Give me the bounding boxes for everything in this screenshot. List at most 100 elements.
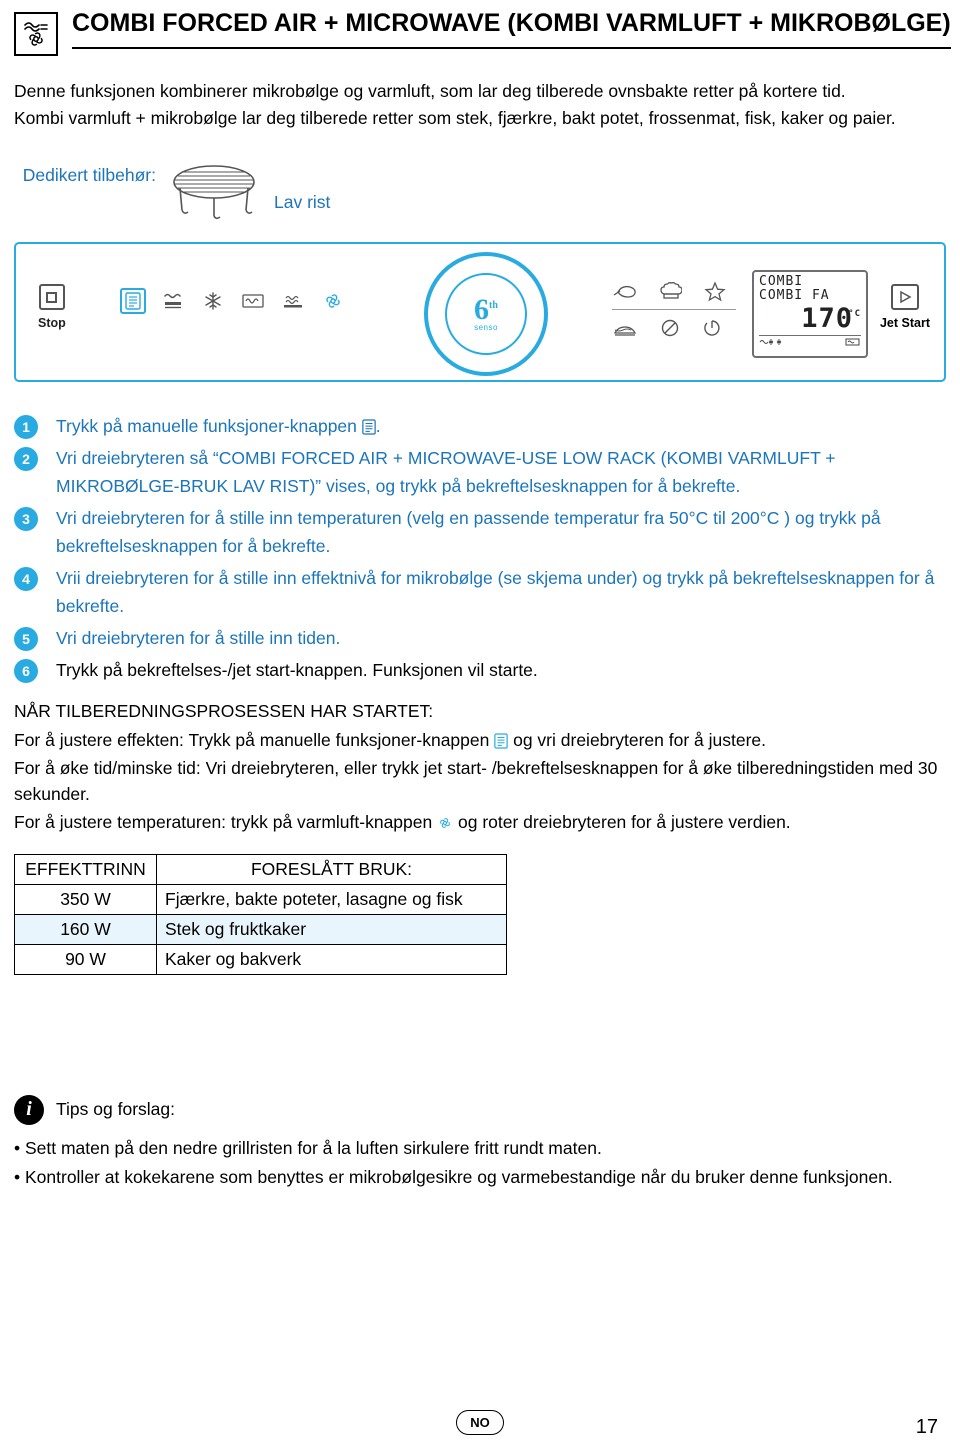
- dial-number: 6th: [474, 293, 498, 326]
- intro-line-1: Denne funksjonen kombinerer mikrobølge o…: [14, 81, 846, 101]
- jet-start-label: Jet Start: [879, 316, 930, 331]
- tips-header: i Tips og forslag:: [14, 1094, 946, 1125]
- table-cell-power: 350 W: [14, 883, 157, 915]
- display-line-2: COMBI FA: [759, 287, 830, 303]
- step-bullet: 5: [14, 627, 38, 652]
- display-screen: COMBI COMBI FA 170 °C: [752, 270, 868, 359]
- step-2-text: Vri dreiebryteren så “COMBI FORCED AIR +…: [56, 448, 836, 497]
- forced-air-inline-icon: [437, 812, 453, 832]
- menu-icon[interactable]: [120, 288, 146, 315]
- tips-title: Tips og forslag:: [56, 1099, 175, 1119]
- display-temperature: 170 °C: [801, 302, 861, 334]
- display-unit: °C: [848, 308, 861, 319]
- language-badge: NO: [456, 1410, 504, 1435]
- power-levels-table: EFFEKTTRINN FORESLÅTT BRUK: 350 W Fjærkr…: [14, 853, 507, 975]
- fan-icon[interactable]: [320, 288, 346, 314]
- manual-functions-inline-icon: [362, 416, 376, 436]
- step-5: 5 Vri dreiebryteren for å stille inn tid…: [14, 624, 946, 652]
- clock-icon[interactable]: [702, 318, 722, 338]
- step-6: 6 Trykk på bekreftelses-/jet start-knapp…: [14, 656, 946, 684]
- info-icon: i: [14, 1094, 44, 1125]
- display-line-1: COMBI: [759, 274, 804, 290]
- step-text: Trykk på manuelle funksjoner-knappen .: [56, 412, 946, 440]
- table-cell-power: 90 W: [14, 943, 157, 975]
- dial-brand-logo: 6th senso: [445, 273, 527, 356]
- accessory-label: Dedikert tilbehør:: [22, 165, 156, 186]
- after-line-1-b: og vri dreiebryteren for å justere.: [513, 729, 767, 750]
- jet-start-button[interactable]: Jet Start: [880, 284, 930, 330]
- table-header-use: FORESLÅTT BRUK:: [156, 853, 507, 885]
- intro-line-2: Kombi varmluft + mikrobølge lar deg tilb…: [14, 108, 896, 129]
- table-header-row: EFFEKTTRINN FORESLÅTT BRUK:: [14, 853, 507, 885]
- display-status-left: [759, 337, 793, 347]
- step-3-text: Vri dreiebryteren for å stille inn tempe…: [56, 508, 881, 557]
- step-1: 1 Trykk på manuelle funksjoner-knappen .: [14, 412, 946, 440]
- no-entry-icon[interactable]: [660, 318, 680, 338]
- page-footer: NO: [0, 1410, 960, 1435]
- step-3: 3 Vri dreiebryteren for å stille inn tem…: [14, 504, 946, 560]
- manual-functions-inline-icon-2: [494, 730, 508, 750]
- chef-hat-icon[interactable]: [660, 281, 682, 301]
- microwave-icon[interactable]: [240, 288, 266, 314]
- step-bullet: 2: [14, 447, 38, 472]
- display-status-bar: [759, 334, 861, 347]
- stop-icon: [38, 284, 65, 311]
- tips-item: • Sett maten på den nedre grillristen fo…: [14, 1137, 602, 1158]
- page-header: COMBI FORCED AIR + MICROWAVE (KOMBI VARM…: [14, 0, 951, 56]
- step-bullet: 3: [14, 507, 38, 532]
- step-2: 2 Vri dreiebryteren så “COMBI FORCED AIR…: [14, 444, 946, 500]
- table-cell-use: Stek og fruktkaker: [156, 913, 507, 945]
- display-status-right: [845, 337, 861, 347]
- dial-subtext: senso: [474, 322, 498, 332]
- low-rack-icon: [164, 162, 264, 220]
- step-bullet: 4: [14, 567, 38, 592]
- table-row: 350 W Fjærkre, bakte poteter, lasagne og…: [14, 883, 507, 915]
- steam-icon[interactable]: [280, 288, 306, 314]
- defrost-icon[interactable]: [200, 288, 226, 314]
- step-4-text: Vrii dreiebryteren for å stille inn effe…: [56, 568, 935, 617]
- step-bullet: 1: [14, 415, 38, 440]
- title-rule: [72, 46, 951, 49]
- step-bullet: 6: [14, 659, 38, 684]
- play-icon: [890, 284, 919, 311]
- accessory-name: Lav rist: [274, 192, 331, 213]
- stop-button[interactable]: Stop: [38, 284, 66, 330]
- dial-superscript: th: [489, 300, 498, 311]
- table-cell-use: Kaker og bakverk: [156, 943, 507, 975]
- after-start-section: NÅR TILBEREDNINGSPROSESSEN HAR STARTET: …: [14, 698, 946, 835]
- tips-item: • Kontroller at kokekarene som benyttes …: [14, 1166, 893, 1187]
- fan-heat-icon: [14, 12, 58, 56]
- rotary-dial[interactable]: 6th senso: [424, 252, 548, 377]
- after-line-1-a: For å justere effekten: Trykk på manuell…: [14, 729, 490, 750]
- step-6-text: Trykk på bekreftelses-/jet start-knappen…: [56, 660, 538, 681]
- table-row: 160 W Stek og fruktkaker: [14, 913, 507, 945]
- after-line-1: For å justere effekten: Trykk på manuell…: [14, 727, 946, 753]
- cake-icon[interactable]: [612, 319, 638, 337]
- panel-icon-row-left: [120, 288, 346, 315]
- step-5-text: Vri dreiebryteren for å stille inn tiden…: [56, 628, 341, 649]
- star-icon[interactable]: [704, 281, 726, 302]
- accessory-row: Dedikert tilbehør: Lav rist: [14, 162, 946, 220]
- panel-icon-group-right: [612, 276, 740, 343]
- table-row: 90 W Kaker og bakverk: [14, 943, 507, 975]
- grill-icon[interactable]: [160, 288, 186, 314]
- step-4: 4 Vrii dreiebryteren for å stille inn ef…: [14, 564, 946, 620]
- page-number: 17: [915, 1416, 938, 1438]
- after-line-3-a: For å justere temperaturen: trykk på var…: [14, 812, 433, 833]
- step-1-text: Trykk på manuelle funksjoner-knappen: [56, 416, 362, 437]
- step-1-suffix: .: [375, 416, 381, 437]
- tips-section: i Tips og forslag: • Sett maten på den n…: [14, 1094, 946, 1191]
- stop-label: Stop: [38, 316, 66, 331]
- after-line-3-b: og roter dreiebryteren for å justere ver…: [458, 812, 791, 833]
- document-page: COMBI FORCED AIR + MICROWAVE (KOMBI VARM…: [0, 0, 960, 1447]
- panel-divider: [612, 309, 736, 311]
- table-cell-use: Fjærkre, bakte poteter, lasagne og fisk: [156, 883, 507, 915]
- table-header-power: EFFEKTTRINN: [14, 853, 157, 885]
- steps-list: 1 Trykk på manuelle funksjoner-knappen .…: [14, 412, 946, 684]
- after-line-3: For å justere temperaturen: trykk på var…: [14, 809, 946, 835]
- control-panel: Stop 6th senso COMBI COMBI FA 170 °C Jet…: [14, 242, 946, 383]
- table-cell-power: 160 W: [14, 913, 157, 945]
- meat-icon[interactable]: [612, 282, 638, 300]
- after-line-2: For å øke tid/minske tid: Vri dreiebryte…: [14, 757, 938, 804]
- page-title: COMBI FORCED AIR + MICROWAVE (KOMBI VARM…: [72, 9, 951, 37]
